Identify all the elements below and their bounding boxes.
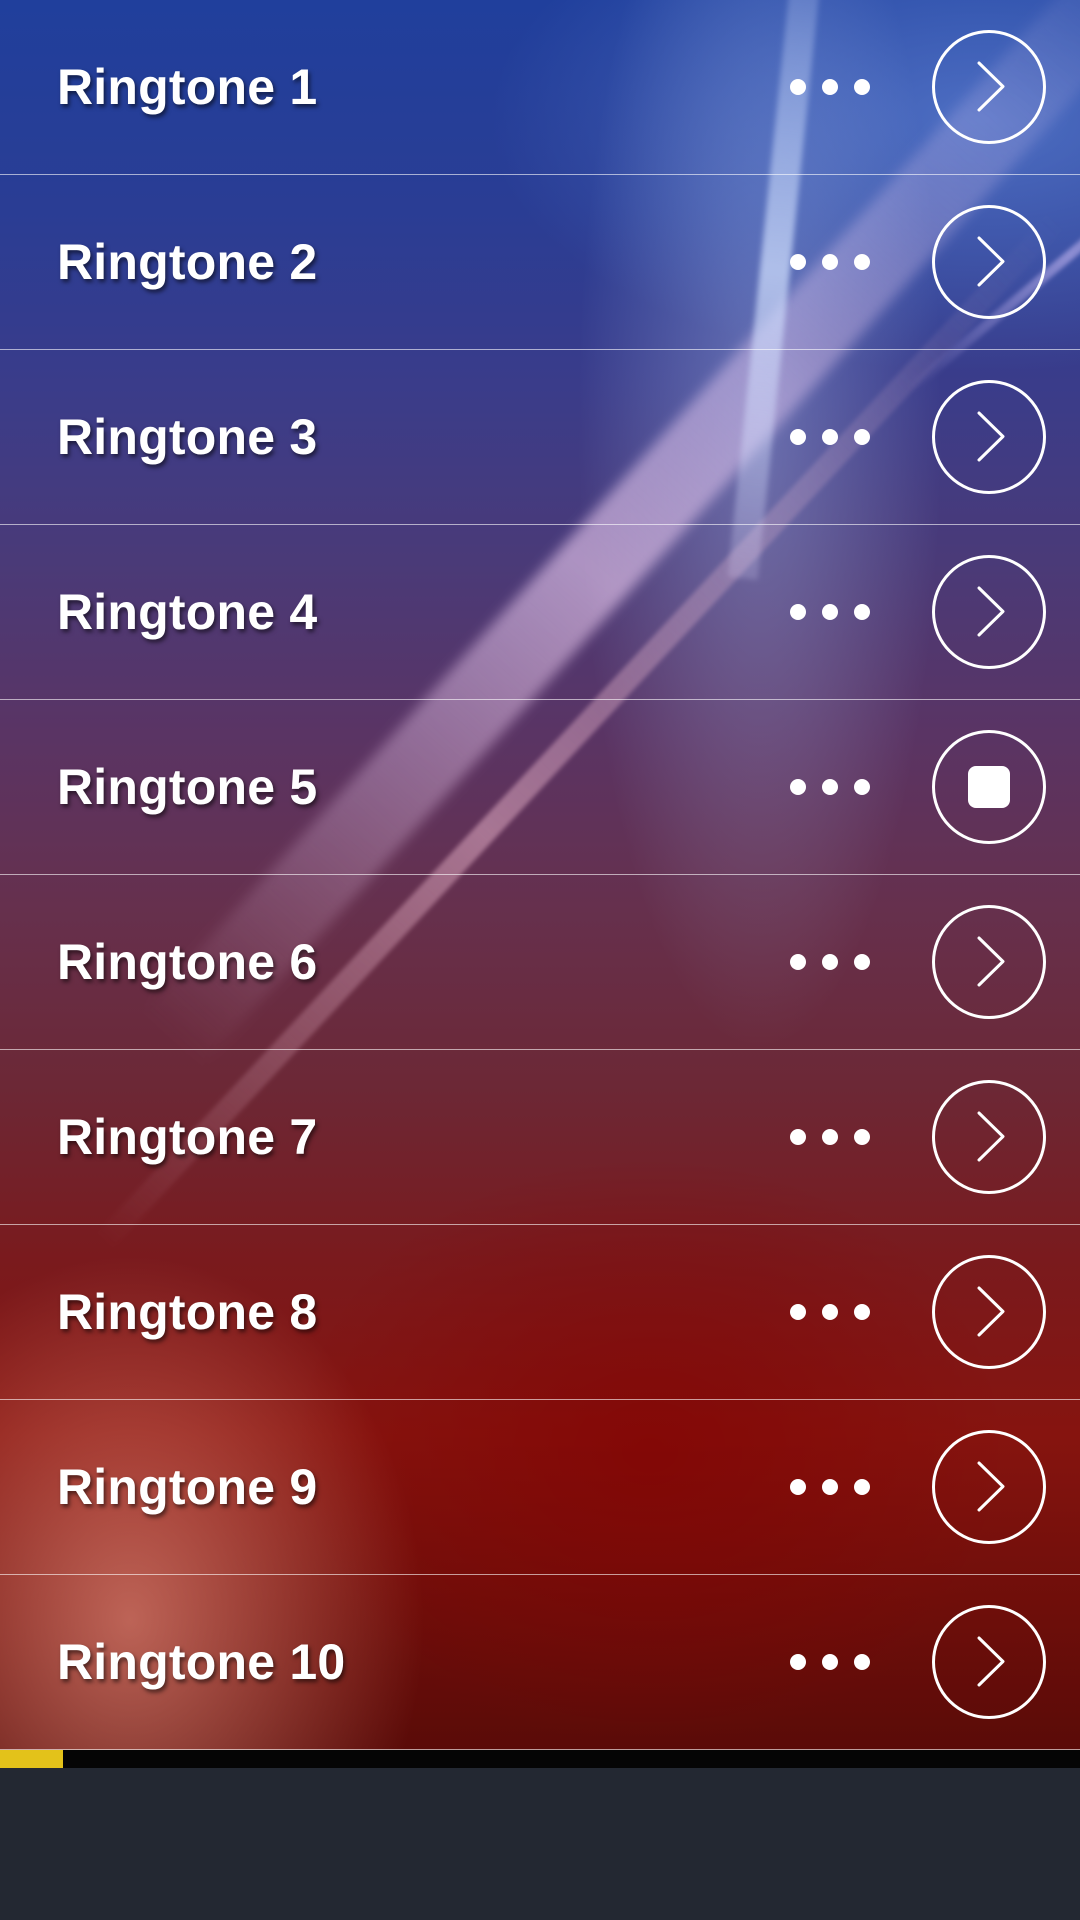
more-horizontal-icon-dot [854,1654,870,1670]
more-horizontal-icon-dot [822,254,838,270]
stop-icon [968,766,1010,808]
chevron-right-icon [977,586,1005,637]
more-horizontal-icon-dot [790,1304,806,1320]
more-horizontal-icon-dot [790,254,806,270]
more-horizontal-icon-dot [854,1479,870,1495]
more-horizontal-icon-dot [822,1654,838,1670]
more-horizontal-icon-dot [854,604,870,620]
ringtone-name: Ringtone 1 [57,59,318,115]
more-horizontal-icon-dot [854,79,870,95]
more-horizontal-icon-dot [854,779,870,795]
more-options-button[interactable] [790,417,870,457]
ringtone-row[interactable]: Ringtone 9 [0,1400,1080,1575]
play-button[interactable] [932,380,1046,494]
ringtone-name: Ringtone 10 [57,1634,346,1690]
ringtone-row[interactable]: Ringtone 8 [0,1225,1080,1400]
ringtone-row[interactable]: Ringtone 6 [0,875,1080,1050]
ringtone-row[interactable]: Ringtone 2 [0,175,1080,350]
more-horizontal-icon-dot [790,1479,806,1495]
ringtone-list: Ringtone 1 Ringtone 2 Ringtone 3 Rington… [0,0,1080,1750]
chevron-right-icon [977,936,1005,987]
ringtone-name: Ringtone 2 [57,234,318,290]
more-options-button[interactable] [790,767,870,807]
chevron-right-icon [977,236,1005,287]
more-options-button[interactable] [790,1292,870,1332]
more-options-button[interactable] [790,942,870,982]
play-button[interactable] [932,555,1046,669]
play-button[interactable] [932,905,1046,1019]
more-horizontal-icon-dot [790,604,806,620]
ringtone-row[interactable]: Ringtone 7 [0,1050,1080,1225]
more-horizontal-icon-dot [854,954,870,970]
chevron-right-icon [977,1461,1005,1512]
chevron-right-icon [977,411,1005,462]
more-horizontal-icon-dot [822,604,838,620]
play-button[interactable] [932,1605,1046,1719]
play-button[interactable] [932,30,1046,144]
more-horizontal-icon-dot [822,1479,838,1495]
play-button[interactable] [932,1430,1046,1544]
more-options-button[interactable] [790,1642,870,1682]
more-horizontal-icon-dot [822,429,838,445]
chevron-right-icon [977,1111,1005,1162]
stop-button[interactable] [932,730,1046,844]
ringtone-row[interactable]: Ringtone 1 [0,0,1080,175]
more-options-button[interactable] [790,242,870,282]
more-horizontal-icon-dot [854,1304,870,1320]
ringtone-row[interactable]: Ringtone 3 [0,350,1080,525]
ringtone-name: Ringtone 6 [57,934,318,990]
chevron-right-icon [977,1636,1005,1687]
ringtone-row[interactable]: Ringtone 5 [0,700,1080,875]
more-options-button[interactable] [790,592,870,632]
more-horizontal-icon-dot [854,429,870,445]
playback-progress-fill [0,1750,63,1768]
more-horizontal-icon-dot [854,1129,870,1145]
more-horizontal-icon-dot [854,254,870,270]
ringtone-name: Ringtone 9 [57,1459,318,1515]
ringtone-name: Ringtone 4 [57,584,318,640]
more-options-button[interactable] [790,67,870,107]
ringtone-name: Ringtone 5 [57,759,318,815]
chevron-right-icon [977,1286,1005,1337]
more-horizontal-icon-dot [790,1129,806,1145]
bottom-bar [0,1768,1080,1920]
play-button[interactable] [932,1255,1046,1369]
more-horizontal-icon-dot [822,79,838,95]
more-horizontal-icon-dot [822,954,838,970]
ringtone-row[interactable]: Ringtone 4 [0,525,1080,700]
ringtone-name: Ringtone 8 [57,1284,318,1340]
chevron-right-icon [977,61,1005,112]
more-horizontal-icon-dot [790,429,806,445]
more-horizontal-icon-dot [790,79,806,95]
more-horizontal-icon-dot [790,1654,806,1670]
more-horizontal-icon-dot [822,1304,838,1320]
play-button[interactable] [932,1080,1046,1194]
ringtone-name: Ringtone 3 [57,409,318,465]
more-horizontal-icon-dot [790,954,806,970]
more-horizontal-icon-dot [790,779,806,795]
more-horizontal-icon-dot [822,779,838,795]
more-options-button[interactable] [790,1117,870,1157]
more-options-button[interactable] [790,1467,870,1507]
ringtone-name: Ringtone 7 [57,1109,318,1165]
play-button[interactable] [932,205,1046,319]
playback-progress-bar[interactable] [0,1750,1080,1768]
ringtone-row[interactable]: Ringtone 10 [0,1575,1080,1750]
more-horizontal-icon-dot [822,1129,838,1145]
